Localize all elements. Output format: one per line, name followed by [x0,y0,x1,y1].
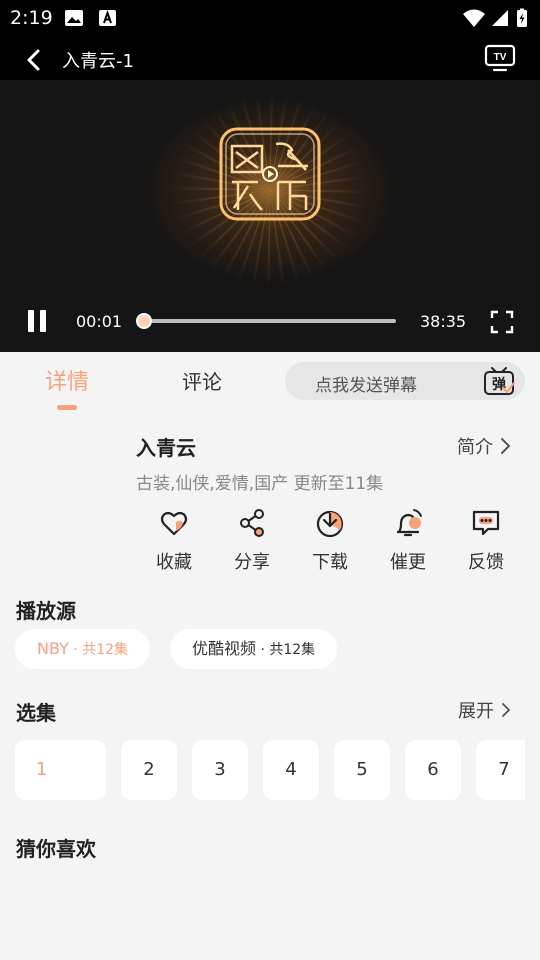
action-label: 下载 [312,552,348,573]
battery-icon [517,8,527,27]
tab-detail[interactable]: 详情 [45,364,89,396]
gallery-icon [65,10,83,26]
intro-link[interactable]: 简介 [457,433,511,459]
download-button[interactable]: 下载 [291,508,369,574]
chevron-right-icon [502,703,511,717]
source-count: · 共12集 [256,642,316,658]
feedback-button[interactable]: 反馈 [447,508,525,574]
progress-bar[interactable] [136,313,396,329]
intro-label: 简介 [457,437,493,458]
urge-update-button[interactable]: 催更 [369,508,447,574]
playing-bars-icon [61,761,85,779]
action-label: 分享 [234,552,270,573]
download-icon [316,510,344,538]
player-controls: 00:01 38:35 [0,306,540,352]
episode-number: 2 [143,759,155,780]
wifi-icon [463,9,485,27]
danmu-icon[interactable]: 弹 [483,366,515,396]
feedback-icon [472,510,500,536]
action-label: 反馈 [468,552,504,573]
episode-number: 7 [498,759,510,780]
source-option-youku[interactable]: 优酷视频 · 共12集 [170,629,338,669]
source-name: 优酷视频 [192,639,257,658]
episodes-heading: 选集 [16,701,56,725]
tab-active-indicator [57,405,77,410]
total-time: 38:35 [420,312,467,331]
chevron-right-icon [501,438,511,454]
favorite-button[interactable]: 收藏 [135,508,213,574]
show-title: 入青云 [136,436,196,460]
heart-icon [160,511,188,536]
video-logo [219,127,321,221]
episode-button-2[interactable]: 2 [121,740,177,800]
source-option-nby[interactable]: NBY · 共12集 [15,629,151,669]
signal-icon [492,10,508,26]
episode-number: 6 [427,759,439,780]
episode-button-3[interactable]: 3 [192,740,248,800]
show-meta: 古装,仙侠,爱情,国产 更新至11集 [136,474,384,494]
a-icon [99,9,116,26]
tabs-row: 详情 评论 点我发送弹幕 弹 [0,352,540,416]
episode-number: 3 [214,759,226,780]
video-title: 入青云-1 [62,51,134,72]
episode-number: 4 [285,759,297,780]
danmu-input[interactable]: 点我发送弹幕 弹 [285,362,525,400]
episode-button-5[interactable]: 5 [334,740,390,800]
current-time: 00:01 [76,312,123,331]
status-bar: 2:19 [0,0,540,36]
action-bar: 收藏 分享 下载 催更 反馈 [135,508,525,578]
fullscreen-icon[interactable] [490,310,514,334]
episode-list: 1 2 3 4 5 6 7 [15,740,525,800]
tab-comment[interactable]: 评论 [182,366,222,395]
action-label: 催更 [390,552,426,573]
top-bar: 2:19 入青云-1 TV [0,0,540,80]
tv-cast-icon[interactable]: TV [484,44,516,72]
progress-thumb[interactable] [136,313,152,329]
pause-button[interactable] [26,310,50,336]
back-button[interactable] [18,44,50,76]
expand-label: 展开 [458,701,494,722]
expand-button[interactable]: 展开 [458,697,512,723]
episode-button-6[interactable]: 6 [405,740,461,800]
source-count: · 共12集 [68,642,129,658]
episode-button-7[interactable]: 7 [476,740,525,800]
action-label: 收藏 [156,552,192,573]
status-time: 2:19 [10,7,53,29]
chevron-left-icon [27,49,40,71]
bell-icon [396,509,422,537]
episode-button-1[interactable]: 1 [15,740,106,800]
video-player[interactable]: 00:01 38:35 [0,80,540,352]
share-button[interactable]: 分享 [213,508,291,574]
title-bar: 入青云-1 TV [0,36,540,80]
danmu-placeholder: 点我发送弹幕 [315,376,417,396]
episode-number: 1 [35,759,48,780]
svg-text:TV: TV [494,52,507,63]
source-heading: 播放源 [16,599,76,623]
source-name: NBY [37,639,69,658]
episode-button-4[interactable]: 4 [263,740,319,800]
recommend-heading: 猜你喜欢 [16,837,96,861]
share-icon [240,509,264,537]
episode-number: 5 [356,759,368,780]
